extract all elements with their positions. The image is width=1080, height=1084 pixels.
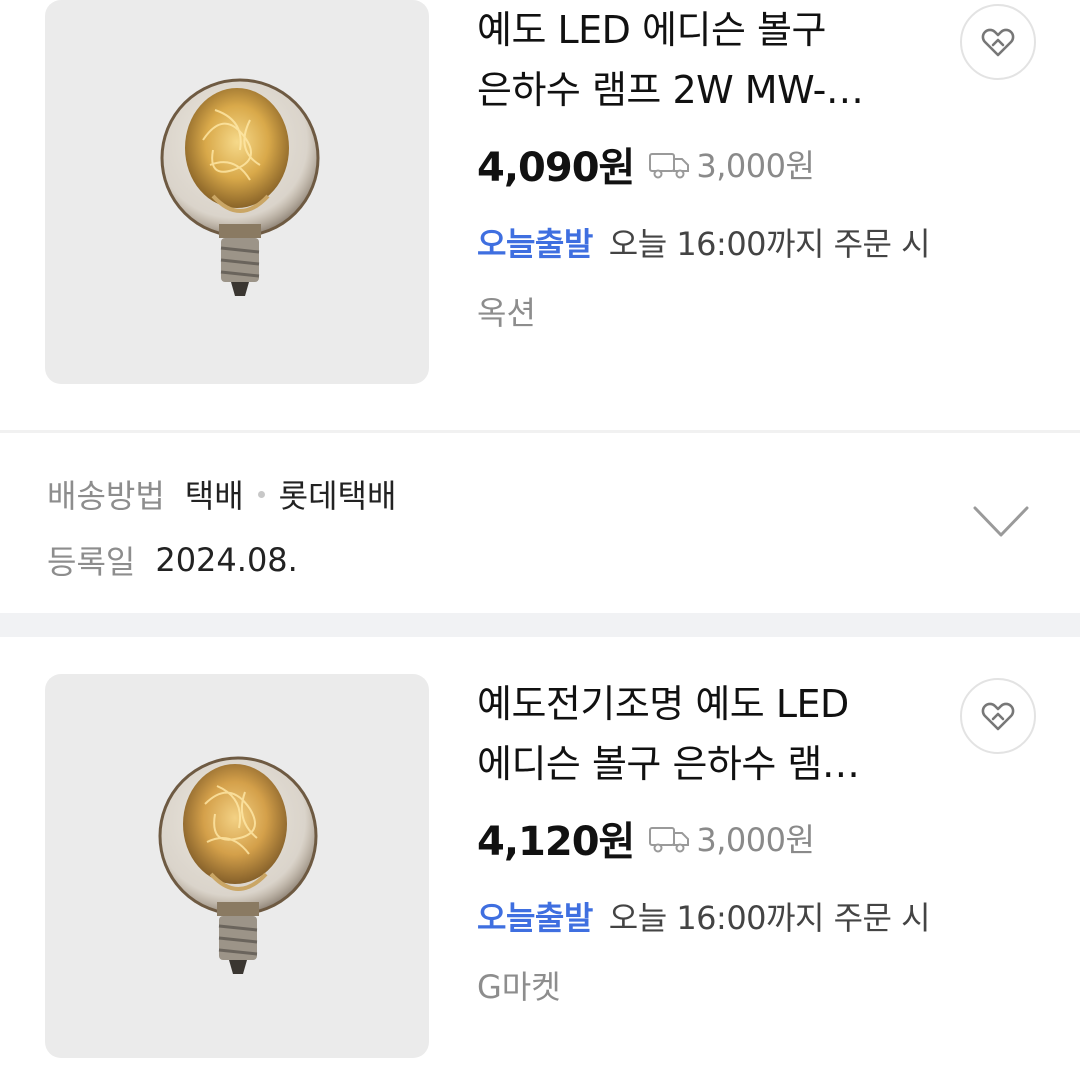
edison-bulb-image [158, 756, 318, 974]
product-image[interactable] [45, 674, 429, 1058]
truck-icon [649, 153, 690, 179]
shipping-method-label: 배송방법 [47, 477, 165, 515]
separator-dot [257, 490, 265, 498]
store-name: G마켓 [477, 968, 561, 1006]
product-title[interactable]: 예도전기조명 예도 LED 에디슨 볼구 은하수 램… [477, 674, 907, 794]
price-row: 4,090원 3,000원 [477, 138, 815, 191]
shipping-info-section[interactable]: 배송방법 택배 롯데택배 등록일 2024.08. [0, 433, 1080, 613]
product-price: 4,120원 [477, 819, 635, 865]
product-title-line: 예도 LED 에디슨 볼구 [477, 8, 826, 52]
heart-tag-icon [981, 28, 1015, 57]
product-card[interactable]: 예도전기조명 예도 LED 에디슨 볼구 은하수 램… 4,120원 3,000… [0, 664, 1080, 1084]
today-dispatch-badge: 오늘출발 [477, 225, 593, 263]
product-title-line: 에디슨 볼구 은하수 램… [477, 742, 860, 786]
heart-tag-icon [981, 702, 1015, 731]
product-title-line: 예도전기조명 예도 LED [477, 682, 849, 726]
today-dispatch-badge: 오늘출발 [477, 899, 593, 937]
courier-name: 롯데택배 [278, 477, 397, 515]
product-card[interactable]: 예도 LED 에디슨 볼구 은하수 램프 2W MW-… 4,090원 3,00… [0, 0, 1080, 410]
dispatch-deadline: 오늘 16:00까지 주문 시 [608, 899, 931, 937]
favorite-button[interactable] [960, 4, 1036, 80]
registration-date-row: 등록일 2024.08. [47, 537, 298, 583]
product-image[interactable] [45, 0, 429, 384]
delivery-row: 오늘출발 오늘 16:00까지 주문 시 [477, 892, 931, 940]
product-price: 4,090원 [477, 145, 635, 191]
favorite-button[interactable] [960, 678, 1036, 754]
dispatch-deadline: 오늘 16:00까지 주문 시 [608, 225, 931, 263]
truck-icon [649, 827, 690, 853]
chevron-down-icon[interactable] [972, 505, 1030, 539]
price-row: 4,120원 3,000원 [477, 812, 815, 865]
delivery-row: 오늘출발 오늘 16:00까지 주문 시 [477, 218, 931, 266]
section-divider [0, 613, 1080, 637]
registration-date-label: 등록일 [47, 543, 136, 581]
registration-date-value: 2024.08. [155, 541, 298, 579]
shipping-fee: 3,000원 [696, 147, 815, 185]
product-title[interactable]: 예도 LED 에디슨 볼구 은하수 램프 2W MW-… [477, 0, 907, 120]
shipping-method-value: 택배 [184, 477, 244, 515]
edison-bulb-image [160, 78, 320, 296]
shipping-method-row: 배송방법 택배 롯데택배 [47, 471, 396, 517]
product-title-line: 은하수 램프 2W MW-… [477, 68, 864, 112]
store-name: 옥션 [477, 294, 536, 332]
shipping-fee: 3,000원 [696, 821, 815, 859]
